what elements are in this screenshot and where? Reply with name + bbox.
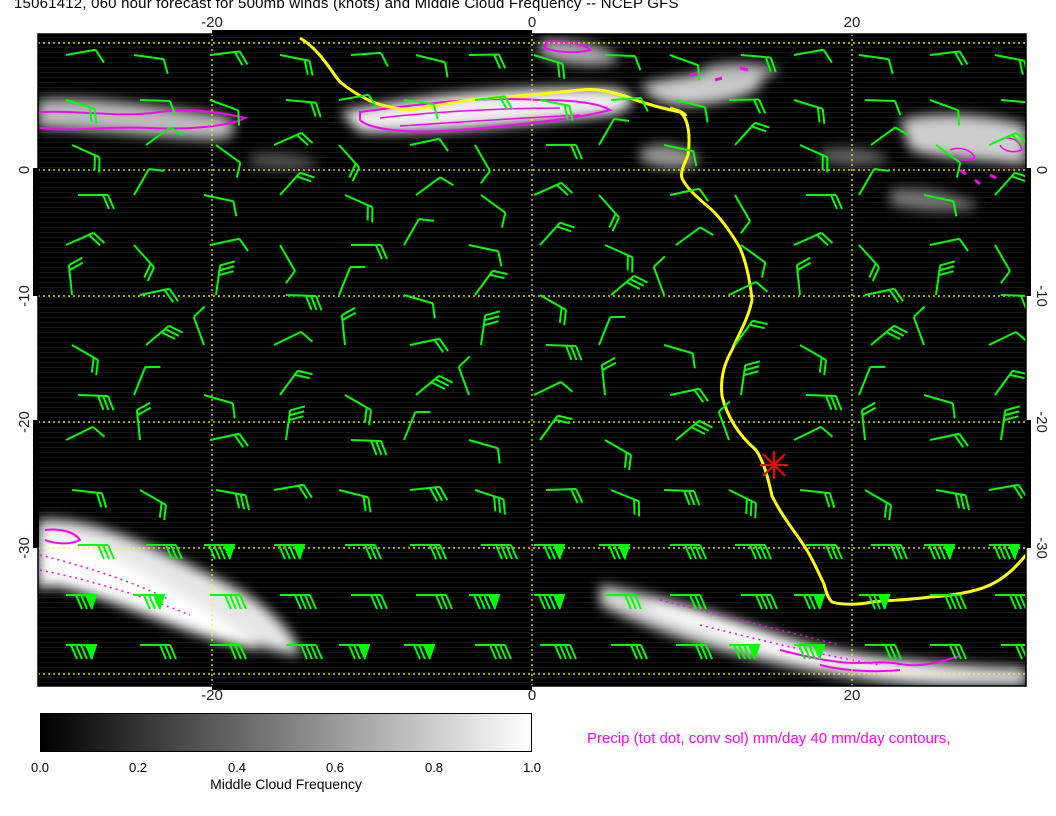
colorbar-tick: 0.8 <box>424 760 444 775</box>
colorbar-tick: 0.4 <box>227 760 247 775</box>
lon-tick-bottom: 0 <box>528 687 536 700</box>
lon-tick-bottom: -20 <box>201 687 223 700</box>
precip-legend-label: Precip (tot dot, conv sol) mm/day 40 mm/… <box>587 730 951 747</box>
lon-tick-top: 20 <box>844 14 861 31</box>
lat-tick-left: -20 <box>16 411 33 433</box>
colorbar-tick: 0.6 <box>325 760 345 775</box>
lat-tick-left: -10 <box>16 285 33 307</box>
colorbar-title: Middle Cloud Frequency <box>210 776 362 792</box>
colorbar-tick: 0.2 <box>128 760 148 775</box>
lon-tick-bottom: 20 <box>844 687 861 700</box>
lat-tick-left: -30 <box>16 537 33 559</box>
lon-tick-top: 0 <box>528 14 536 31</box>
lat-tick-left: 0 <box>16 166 33 174</box>
lat-tick-right: -30 <box>1033 537 1050 559</box>
colorbar-tick: 0.0 <box>30 760 50 775</box>
lat-tick-right: -10 <box>1033 285 1050 307</box>
colorbar-tick: 1.0 <box>522 760 542 775</box>
lon-tick-top: -20 <box>201 14 223 31</box>
lat-tick-right: -20 <box>1033 411 1050 433</box>
colorbar <box>40 713 532 752</box>
lat-tick-right: 0 <box>1033 166 1050 174</box>
map: -20 0 20 -20 0 20 0 -10 -20 -30 0 -10 -2… <box>16 14 1050 700</box>
location-marker <box>760 451 788 479</box>
